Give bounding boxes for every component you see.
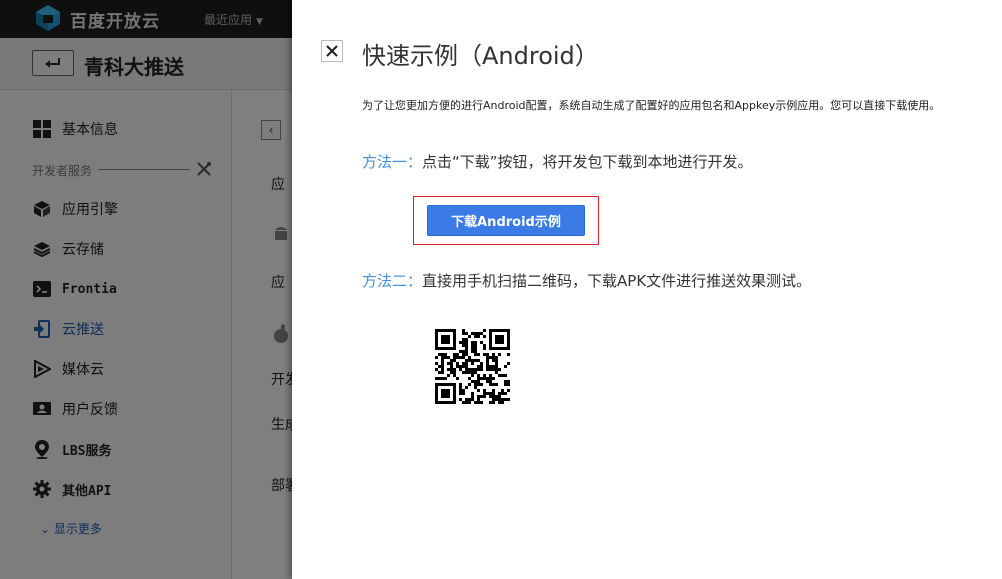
method-one-tag: 方法一： [362, 153, 423, 171]
dialog-intro: 为了让您更加方便的进行Android配置，系统自动生成了配置好的应用包名和App… [362, 99, 941, 112]
close-button[interactable] [321, 40, 343, 62]
method-two-tag: 方法二： [362, 272, 423, 290]
dialog-title: 快速示例（Android） [362, 42, 599, 70]
method-one: 方法一：点击“下载”按钮，将开发包下载到本地进行开发。 [362, 151, 753, 172]
method-two-text: 直接用手机扫描二维码，下载APK文件进行推送效果测试。 [422, 272, 812, 290]
download-highlight-frame: 下载Android示例 [413, 196, 599, 245]
method-two: 方法二：直接用手机扫描二维码，下载APK文件进行推送效果测试。 [362, 270, 811, 291]
download-android-example-button[interactable]: 下载Android示例 [427, 205, 585, 236]
close-icon [326, 45, 338, 57]
method-one-text: 点击“下载”按钮，将开发包下载到本地进行开发。 [422, 153, 753, 171]
quick-example-dialog: 快速示例（Android） 为了让您更加方便的进行Android配置，系统自动生… [292, 0, 1002, 579]
qr-code-icon [435, 329, 510, 404]
